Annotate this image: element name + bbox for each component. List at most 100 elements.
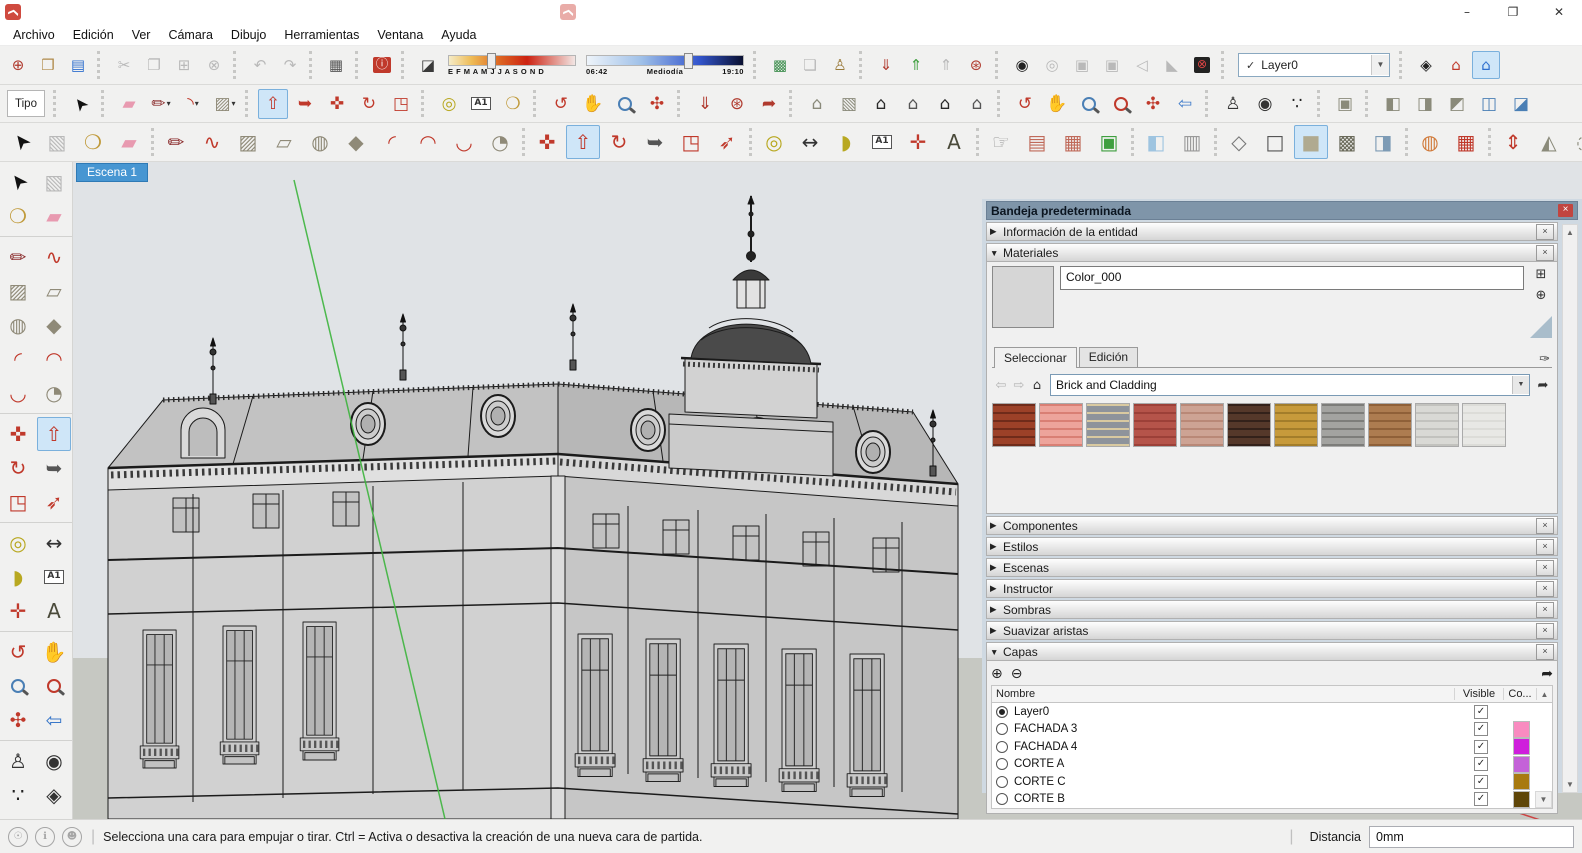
stamp-button[interactable]: ◭ <box>1532 125 1566 159</box>
move-tool-button[interactable]: ✜ <box>322 89 352 119</box>
push-pull-tool-button[interactable]: ⇧ <box>566 125 600 159</box>
solid-union-button[interactable]: ◧ <box>1378 89 1408 119</box>
instructor-close-button[interactable]: × <box>1536 581 1554 597</box>
share-model-button[interactable]: ⇑ <box>902 51 930 79</box>
scene-tab[interactable]: Escena 1 <box>76 163 148 182</box>
layer-visible-checkbox[interactable]: ✓ <box>1474 705 1488 719</box>
delete-layer-button[interactable]: ⊖ <box>1011 666 1023 682</box>
shadow-settings-button[interactable]: ◪ <box>414 51 442 79</box>
rotated-rectangle-tool-button[interactable]: ▱ <box>267 125 301 159</box>
xray-style-button[interactable]: ◧ <box>1139 125 1173 159</box>
tray-close-button[interactable]: × <box>1558 204 1573 217</box>
menu-dibujo[interactable]: Dibujo <box>222 26 275 44</box>
follow-me-tool-button[interactable]: ➥ <box>638 125 672 159</box>
layer-color-chip[interactable] <box>1513 703 1530 720</box>
components-close-button[interactable]: × <box>1536 518 1554 534</box>
arc-tool-caret-icon[interactable]: ▾ <box>195 99 199 108</box>
extension-warehouse-button[interactable]: ⊛ <box>962 51 990 79</box>
layers-dropdown[interactable]: ✓Layer0▼ <box>1238 53 1390 77</box>
layer-visible-checkbox[interactable]: ✓ <box>1474 792 1488 806</box>
position-camera-button[interactable]: ♙ <box>1218 89 1248 119</box>
rectangle-tool-button[interactable]: ▨ <box>231 125 265 159</box>
axes-tool-button[interactable]: ✛ <box>901 125 935 159</box>
material-swatch-pink-pavers[interactable] <box>1039 403 1083 447</box>
rectangle-tool-caret-icon[interactable]: ▾ <box>232 99 236 108</box>
from-scratch-button[interactable]: ▦ <box>1449 125 1483 159</box>
sample-paint-button[interactable]: ⊕ <box>1532 287 1550 305</box>
layer-row[interactable]: FACHADA 4✓ <box>992 738 1552 756</box>
column-visible[interactable]: Visible <box>1455 688 1504 700</box>
dynamic-component-button[interactable]: ▣ <box>1092 125 1126 159</box>
close-button[interactable]: ✕ <box>1536 0 1582 24</box>
solid-subtract-button[interactable]: ◨ <box>1410 89 1440 119</box>
layer-visible-checkbox[interactable]: ✓ <box>1474 775 1488 789</box>
circle-tool-button[interactable]: ◍ <box>303 125 337 159</box>
distance-input[interactable]: 0mm <box>1369 826 1574 848</box>
scroll-up-icon[interactable]: ▲ <box>1563 225 1577 240</box>
from-contours-button[interactable]: ◍ <box>1413 125 1447 159</box>
zoom-extents-button[interactable]: ✣ <box>1 703 35 737</box>
offset-tool-button[interactable]: ➶ <box>37 485 71 519</box>
menu-edicion[interactable]: Edición <box>64 26 123 44</box>
3d-text-tool-button[interactable]: A <box>37 594 71 628</box>
arc-tool-button[interactable]: ◜ <box>1 342 35 376</box>
freehand-tool-button[interactable]: ∿ <box>195 125 229 159</box>
move-tool-button[interactable]: ✜ <box>530 125 564 159</box>
zoom-extents-button[interactable]: ✣ <box>642 89 672 119</box>
layers-section-header[interactable]: ▼Capas× <box>986 642 1558 661</box>
left-view-button[interactable]: ⌂ <box>930 89 960 119</box>
textured-style-button[interactable]: ▩ <box>1330 125 1364 159</box>
position-camera-button[interactable]: ♙ <box>1 744 35 778</box>
layer-visible-checkbox[interactable]: ✓ <box>1474 757 1488 771</box>
eraser-tool-button[interactable]: ▰ <box>112 125 146 159</box>
interact-tool-button[interactable]: ☞ <box>984 125 1018 159</box>
paint-bucket-tool-button[interactable]: ❍ <box>76 125 110 159</box>
material-swatch-grey-brick[interactable] <box>1321 403 1365 447</box>
shaded-style-button[interactable]: ■ <box>1294 125 1328 159</box>
info-status-icon[interactable]: ℹ <box>35 827 55 847</box>
shadows-section-header[interactable]: ▶Sombras× <box>986 600 1558 619</box>
print-button[interactable]: ▦ <box>322 51 350 79</box>
column-color[interactable]: Co... <box>1504 688 1537 700</box>
get-models-button[interactable]: ⇓ <box>872 51 900 79</box>
previous-view-button[interactable]: ⇦ <box>37 703 71 737</box>
offset-tool-button[interactable]: ➶ <box>710 125 744 159</box>
display-section-cuts-button[interactable]: ⌂ <box>1442 51 1470 79</box>
shadow-time-handle[interactable] <box>684 53 693 69</box>
material-swatch-red-brick[interactable] <box>992 403 1036 447</box>
layer-radio[interactable] <box>996 706 1008 718</box>
rectangle-tool-button[interactable]: ▨ <box>1 274 35 308</box>
user-status-icon[interactable]: ☻ <box>62 827 82 847</box>
right-view-button[interactable]: ⌂ <box>962 89 992 119</box>
outer-shell-button[interactable]: ▣ <box>1330 89 1360 119</box>
shadow-time-track[interactable] <box>586 55 744 66</box>
component-attributes-button[interactable]: ▦ <box>1056 125 1090 159</box>
zoom-tool-button[interactable] <box>1074 89 1104 119</box>
back-edges-style-button[interactable]: ▥ <box>1175 125 1209 159</box>
forward-arrow-icon[interactable]: ⇨ <box>1010 378 1028 393</box>
tab-edicion[interactable]: Edición <box>1079 347 1138 367</box>
in-model-button[interactable]: ➦ <box>1534 378 1552 393</box>
two-point-arc-tool-button[interactable]: ◠ <box>411 125 445 159</box>
eyedropper-icon[interactable]: ✑ <box>1539 352 1550 367</box>
materials-section-header[interactable]: ▼Materiales× <box>986 243 1558 262</box>
three-point-arc-tool-button[interactable]: ◡ <box>1 376 35 410</box>
wireframe-style-button[interactable]: ◇ <box>1222 125 1256 159</box>
section-plane-display-button[interactable]: ◈ <box>1412 51 1440 79</box>
layer-radio[interactable] <box>996 793 1008 805</box>
material-swatch-granite-block[interactable] <box>1086 403 1130 447</box>
hidden-line-style-button[interactable]: □ <box>1258 125 1292 159</box>
front-view-button[interactable]: ⌂ <box>866 89 896 119</box>
move-tool-button[interactable]: ✜ <box>1 417 35 451</box>
material-swatch-stone-pavers[interactable] <box>1180 403 1224 447</box>
rotate-tool-button[interactable]: ↻ <box>602 125 636 159</box>
layer-row[interactable]: CORTE B✓ <box>992 791 1552 809</box>
polygon-tool-button[interactable]: ◆ <box>37 308 71 342</box>
layer-color-chip[interactable] <box>1513 791 1530 808</box>
follow-me-tool-button[interactable]: ➥ <box>290 89 320 119</box>
rotate-tool-button[interactable]: ↻ <box>1 451 35 485</box>
add-location-button[interactable]: ▩ <box>766 51 794 79</box>
get-models-button[interactable]: ⇓ <box>690 89 720 119</box>
extension-warehouse-button[interactable]: ⊛ <box>722 89 752 119</box>
line-tool-button[interactable]: ✏▾ <box>146 89 176 119</box>
